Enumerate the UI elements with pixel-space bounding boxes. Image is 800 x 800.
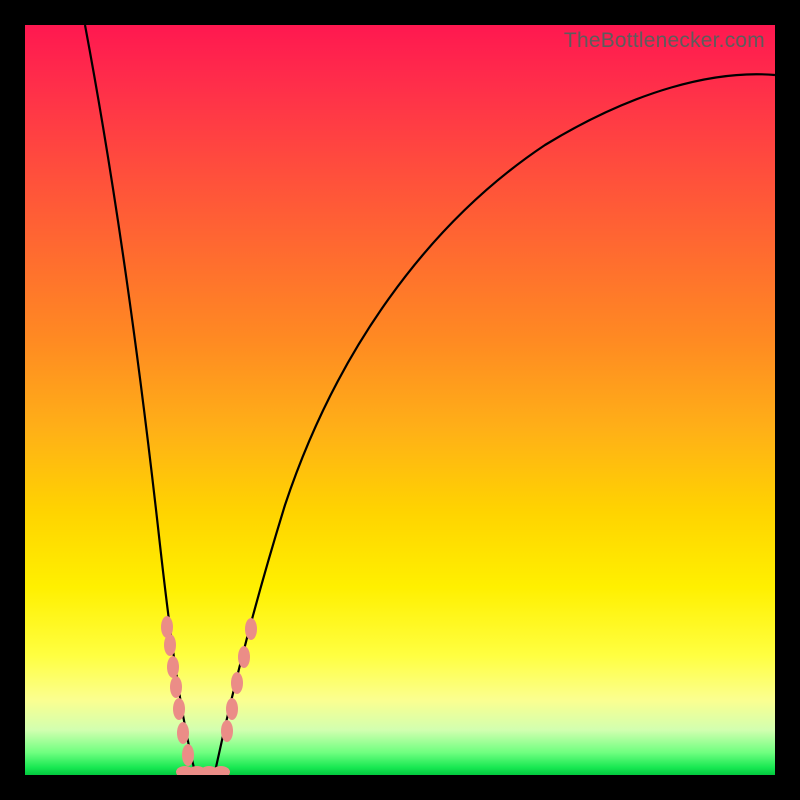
markers-bottom bbox=[176, 766, 230, 775]
chart-frame: TheBottlenecker.com bbox=[0, 0, 800, 800]
markers-right bbox=[221, 618, 257, 742]
left-curve bbox=[85, 25, 195, 772]
curves-layer bbox=[25, 25, 775, 775]
right-curve bbox=[215, 74, 775, 772]
watermark-text: TheBottlenecker.com bbox=[564, 29, 765, 53]
plot-area: TheBottlenecker.com bbox=[25, 25, 775, 775]
